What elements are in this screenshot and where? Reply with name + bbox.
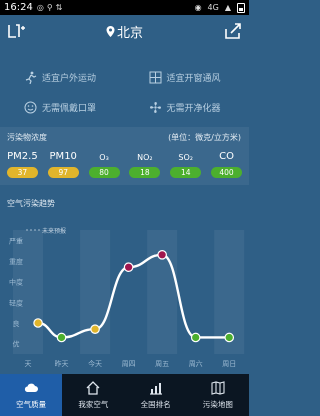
pollutant-value: 400	[211, 167, 243, 178]
x-axis-label: 天	[25, 360, 32, 368]
y-axis-label: 良	[13, 319, 20, 328]
running-icon	[25, 71, 37, 84]
pollutant-pm10[interactable]: PM10 97	[45, 151, 81, 178]
health-suggestions: 适宜户外运动 适宜开窗通风 无需佩戴口罩 无需开净化器	[0, 62, 249, 122]
suggestion-window: 适宜开窗通风	[125, 62, 250, 92]
map-icon	[211, 381, 225, 395]
bottom-nav: 空气质量 我家空气 全国排名 污染地图	[0, 374, 249, 416]
trend-point	[224, 332, 235, 343]
pollutant-so2[interactable]: SO₂ 14	[168, 151, 204, 178]
pollutant-value: 18	[129, 167, 161, 178]
pollutant-value: 80	[88, 167, 120, 178]
x-axis-label: 周日	[222, 360, 236, 368]
status-bar: 16:24 ◎ ⚲ ⇅ ◉ 4G ▲	[0, 0, 249, 15]
pollution-trend-chart: 未来预报严重重度中度轻度良优天 昨天 今天 周四 周五 周六 周日	[9, 227, 245, 368]
ranking-icon	[149, 383, 162, 395]
pollutant-name: CO	[219, 151, 234, 162]
tab-air-quality[interactable]: 空气质量	[0, 374, 63, 416]
y-axis-label: 中度	[9, 278, 23, 287]
pollutant-co[interactable]: CO 400	[209, 151, 245, 178]
x-axis-label: 周五	[155, 360, 169, 368]
pollutant-name: SO₂	[178, 153, 194, 162]
tab-label: 我家空气	[78, 400, 109, 409]
trend-point	[56, 332, 67, 343]
tab-home-air[interactable]: 我家空气	[62, 374, 124, 416]
home-icon	[86, 381, 100, 395]
trend-title: 空气污染趋势	[7, 199, 55, 208]
suggestion-label: 无需佩戴口罩	[42, 103, 97, 114]
tab-label: 空气质量	[16, 400, 47, 409]
sync-icon: ⇅	[55, 3, 63, 12]
x-axis-label: 周四	[122, 360, 136, 368]
mask-icon	[24, 101, 37, 113]
trend-point	[190, 332, 201, 343]
tab-label: 污染地图	[202, 400, 233, 409]
network-type: 4G	[207, 3, 219, 12]
location-icon: ◉	[194, 3, 202, 12]
pollutant-value: 37	[6, 167, 38, 178]
pollutant-unit: (单位：微克/立方米)	[168, 133, 241, 142]
cloud-icon	[25, 383, 39, 392]
suggestion-purifier: 无需开净化器	[125, 92, 250, 122]
y-axis-label: 优	[13, 340, 20, 349]
pollutant-name: O₃	[99, 153, 109, 162]
trend-point	[33, 318, 43, 328]
trend-point	[90, 324, 100, 334]
chart-band	[13, 230, 43, 354]
pollutant-name: NO₂	[137, 153, 153, 162]
x-axis-label: 昨天	[55, 359, 69, 368]
pollutant-no2[interactable]: NO₂ 18	[127, 151, 163, 178]
pollutant-pm25[interactable]: PM2.5 37	[4, 151, 40, 178]
app-header: 北京	[0, 15, 249, 47]
chart-band	[80, 230, 111, 354]
pollutant-name: PM2.5	[7, 151, 38, 162]
y-axis-label: 严重	[9, 237, 23, 245]
y-axis-label: 重度	[9, 257, 23, 266]
chart-band	[147, 230, 178, 354]
fan-icon	[149, 101, 161, 113]
x-axis-label: 周六	[189, 359, 203, 368]
pollutant-value: 97	[47, 167, 79, 178]
tab-ranking[interactable]: 全国排名	[125, 374, 187, 416]
pollutant-o3[interactable]: O₃ 80	[86, 151, 122, 178]
city-selector[interactable]: 北京	[106, 22, 143, 41]
pollutant-value: 14	[170, 167, 202, 178]
usb-icon: ⚲	[46, 3, 53, 12]
suggestion-mask: 无需佩戴口罩	[0, 92, 125, 122]
window-icon	[149, 71, 161, 83]
battery-icon	[237, 2, 245, 13]
signal-icon: ▲	[224, 3, 231, 12]
suggestion-label: 适宜开窗通风	[166, 73, 221, 84]
city-name: 北京	[116, 25, 143, 41]
x-axis-label: 今天	[88, 359, 102, 368]
trend-point	[123, 262, 134, 272]
tab-label: 全国排名	[140, 400, 171, 409]
pollutant-panel: 污染物浓度 (单位：微克/立方米) PM2.5 37 PM10 97 O₃ 80…	[0, 127, 249, 185]
suggestion-outdoor: 适宜户外运动	[0, 62, 125, 92]
pollutant-name: PM10	[49, 151, 77, 162]
status-time: 16:24	[4, 2, 33, 13]
suggestion-label: 无需开净化器	[166, 103, 221, 114]
location-pin-icon	[106, 25, 115, 37]
forecast-label: 未来预报	[42, 227, 66, 235]
share-icon[interactable]	[223, 21, 243, 41]
y-axis-label: 轻度	[9, 298, 23, 307]
notification-icon: ◎	[36, 3, 44, 12]
suggestion-label: 适宜户外运动	[42, 73, 97, 84]
trend-point	[157, 249, 167, 260]
add-city-icon[interactable]	[6, 21, 26, 41]
tab-map[interactable]: 污染地图	[187, 374, 249, 416]
pollutant-title: 污染物浓度	[7, 133, 47, 142]
trend-line	[37, 253, 230, 339]
